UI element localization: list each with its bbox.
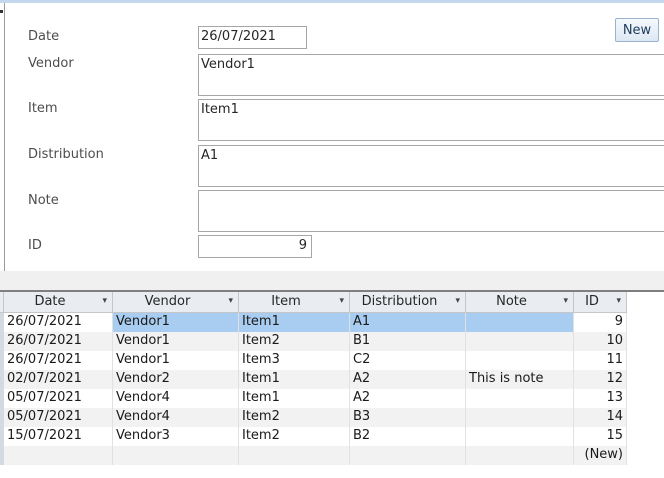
cell-id[interactable]: 9 (574, 313, 627, 332)
cell-note[interactable] (466, 351, 574, 370)
cell-vendor[interactable]: Vendor1 (113, 351, 239, 370)
cell-item[interactable]: Item1 (239, 370, 350, 389)
cell-note[interactable] (466, 313, 574, 332)
cell-date[interactable] (4, 446, 113, 465)
column-header-label: Note (496, 294, 527, 309)
cell-note[interactable] (466, 332, 574, 351)
column-header-distribution[interactable]: Distribution ▾ (350, 292, 466, 313)
item-field[interactable]: Item1 (198, 99, 664, 141)
column-header-label: Vendor (144, 294, 191, 309)
cell-date[interactable]: 05/07/2021 (4, 389, 113, 408)
filter-dropdown-icon[interactable]: ▾ (102, 296, 107, 306)
cell-vendor[interactable] (113, 446, 239, 465)
vendor-label: Vendor (28, 56, 74, 71)
cell-id[interactable]: 14 (574, 408, 627, 427)
filter-dropdown-icon[interactable]: ▾ (616, 296, 621, 306)
record-selector-marker (0, 10, 3, 13)
cell-item[interactable] (239, 446, 350, 465)
filter-dropdown-icon[interactable]: ▾ (563, 296, 568, 306)
cell-vendor[interactable]: Vendor3 (113, 427, 239, 446)
column-header-id[interactable]: ID ▾ (574, 292, 627, 313)
date-label: Date (28, 29, 60, 44)
column-header-item[interactable]: Item ▾ (239, 292, 350, 313)
date-field[interactable]: 26/07/2021 (198, 26, 307, 49)
cell-note[interactable] (466, 427, 574, 446)
cell-id[interactable]: 12 (574, 370, 627, 389)
cell-date[interactable]: 05/07/2021 (4, 408, 113, 427)
column-header-label: Date (34, 294, 66, 309)
cell-item[interactable]: Item1 (239, 313, 350, 332)
cell-id[interactable]: (New) (574, 446, 627, 465)
cell-date[interactable]: 26/07/2021 (4, 332, 113, 351)
cell-item[interactable]: Item3 (239, 351, 350, 370)
cell-distribution[interactable]: C2 (350, 351, 466, 370)
column-header-label: Distribution (361, 294, 438, 309)
cell-distribution[interactable]: B2 (350, 427, 466, 446)
new-record-button[interactable]: New (615, 18, 659, 42)
section-divider (0, 271, 664, 290)
cell-id[interactable]: 10 (574, 332, 627, 351)
detail-form: Date 26/07/2021 Vendor Vendor1 Item Item… (5, 3, 664, 271)
column-header-date[interactable]: Date ▾ (4, 292, 113, 313)
cell-item[interactable]: Item2 (239, 408, 350, 427)
cell-date[interactable]: 26/07/2021 (4, 313, 113, 332)
cell-note[interactable] (466, 446, 574, 465)
cell-note[interactable] (466, 408, 574, 427)
cell-date[interactable]: 02/07/2021 (4, 370, 113, 389)
distribution-label: Distribution (28, 147, 104, 162)
cell-date[interactable]: 26/07/2021 (4, 351, 113, 370)
cell-distribution[interactable]: A1 (350, 313, 466, 332)
id-field[interactable]: 9 (198, 235, 312, 258)
datasheet-table: Date ▾ Vendor ▾ Item ▾ Distribution ▾ Note ▾ ID ▾ 26… (0, 292, 664, 478)
cell-id[interactable]: 11 (574, 351, 627, 370)
column-header-label: ID (585, 294, 599, 309)
cell-note[interactable] (466, 389, 574, 408)
cell-distribution[interactable] (350, 446, 466, 465)
filter-dropdown-icon[interactable]: ▾ (228, 296, 233, 306)
filter-dropdown-icon[interactable]: ▾ (339, 296, 344, 306)
note-label: Note (28, 193, 59, 208)
cell-vendor[interactable]: Vendor1 (113, 332, 239, 351)
cell-vendor[interactable]: Vendor2 (113, 370, 239, 389)
item-label: Item (28, 101, 58, 116)
cell-distribution[interactable]: B3 (350, 408, 466, 427)
cell-item[interactable]: Item1 (239, 389, 350, 408)
distribution-field[interactable]: A1 (198, 145, 664, 187)
column-header-note[interactable]: Note ▾ (466, 292, 574, 313)
cell-id[interactable]: 13 (574, 389, 627, 408)
column-header-vendor[interactable]: Vendor ▾ (113, 292, 239, 313)
cell-note[interactable]: This is note (466, 370, 574, 389)
cell-distribution[interactable]: B1 (350, 332, 466, 351)
id-label: ID (28, 238, 42, 253)
cell-date[interactable]: 15/07/2021 (4, 427, 113, 446)
cell-vendor[interactable]: Vendor1 (113, 313, 239, 332)
filter-dropdown-icon[interactable]: ▾ (455, 296, 460, 306)
cell-distribution[interactable]: A2 (350, 370, 466, 389)
cell-item[interactable]: Item2 (239, 332, 350, 351)
cell-vendor[interactable]: Vendor4 (113, 408, 239, 427)
note-field[interactable] (198, 190, 664, 232)
cell-vendor[interactable]: Vendor4 (113, 389, 239, 408)
cell-distribution[interactable]: A2 (350, 389, 466, 408)
cell-item[interactable]: Item2 (239, 427, 350, 446)
vendor-field[interactable]: Vendor1 (198, 54, 664, 96)
column-header-label: Item (271, 294, 301, 309)
cell-id[interactable]: 15 (574, 427, 627, 446)
